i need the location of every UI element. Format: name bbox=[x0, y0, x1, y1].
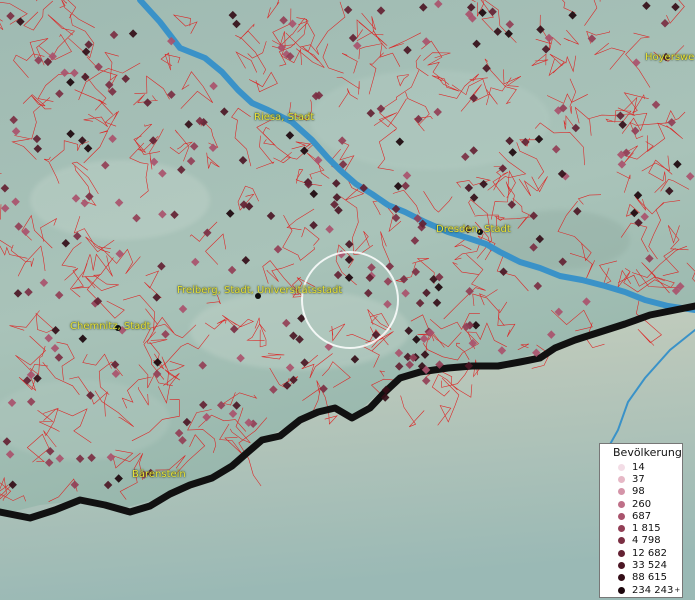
legend-item: 234 243 + bbox=[600, 584, 682, 596]
legend-label: 37 bbox=[632, 473, 645, 485]
legend-label: 1 815 bbox=[632, 523, 661, 535]
legend-title: Bevölkerung bbox=[613, 446, 682, 459]
legend-item: 37 bbox=[600, 473, 682, 485]
legend-label: 88 615 bbox=[632, 572, 667, 584]
legend-swatch bbox=[618, 475, 625, 483]
legend-item: 14 bbox=[600, 461, 682, 473]
city-label-baerenstein[interactable]: Bärenstein bbox=[132, 469, 186, 480]
legend-label: 234 243 bbox=[632, 584, 674, 596]
legend-swatch bbox=[618, 463, 625, 471]
legend-swatch bbox=[618, 500, 625, 508]
legend-plus-mark: + bbox=[674, 586, 681, 595]
legend-item: 88 615 bbox=[600, 572, 682, 584]
city-label-hoyerswerda[interactable]: Hoyerswe bbox=[645, 52, 694, 63]
map-canvas[interactable] bbox=[0, 0, 695, 600]
legend-swatch bbox=[618, 537, 625, 545]
city-label-riesa[interactable]: Riesa, Stadt bbox=[254, 112, 314, 123]
legend-item: 12 682 bbox=[600, 547, 682, 559]
legend-swatch bbox=[618, 586, 625, 594]
legend-item: 98 bbox=[600, 486, 682, 498]
legend-label: 4 798 bbox=[632, 535, 661, 547]
city-label-freiberg[interactable]: Freiberg, Stadt, Universitätsstadt bbox=[177, 285, 342, 296]
legend-rows: 14 37 98 260 687 1 815 4 798 12 682 33 524 88 615… bbox=[600, 461, 682, 596]
legend-item: 4 798 bbox=[600, 535, 682, 547]
legend-label: 687 bbox=[632, 510, 652, 522]
city-label-chemnitz[interactable]: Chemnitz, Stadt bbox=[70, 321, 151, 332]
legend-swatch bbox=[618, 549, 625, 557]
legend-swatch bbox=[618, 488, 625, 496]
legend-label: 33 524 bbox=[632, 560, 667, 572]
legend-swatch bbox=[618, 574, 625, 582]
city-label-dresden[interactable]: Dresden, Stadt bbox=[436, 224, 511, 235]
legend-label: 98 bbox=[632, 486, 645, 498]
legend-item: 1 815 bbox=[600, 522, 682, 534]
legend-label: 260 bbox=[632, 498, 652, 510]
legend-item: 687 bbox=[600, 510, 682, 522]
legend-label: 12 682 bbox=[632, 547, 667, 559]
legend-swatch bbox=[618, 562, 625, 570]
legend-item: 33 524 bbox=[600, 559, 682, 571]
legend-label: 14 bbox=[632, 461, 645, 473]
population-legend: Bevölkerung 14 37 98 260 687 1 815 4 798 12 682… bbox=[599, 443, 683, 598]
legend-swatch bbox=[618, 525, 625, 533]
legend-item: 260 bbox=[600, 498, 682, 510]
legend-swatch bbox=[618, 512, 625, 520]
